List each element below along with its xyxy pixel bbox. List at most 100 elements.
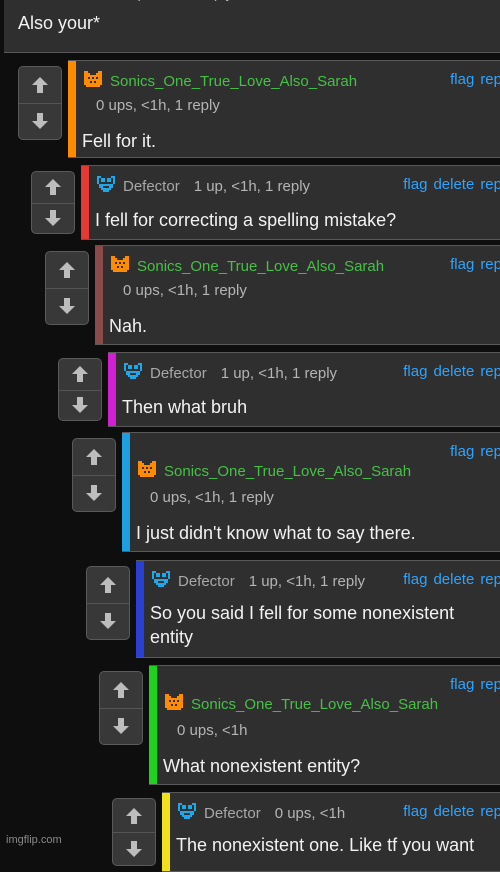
comment-actions: flag delete rep bbox=[403, 803, 500, 820]
pixel-face-orange-icon bbox=[111, 256, 129, 272]
downvote-button[interactable] bbox=[46, 288, 88, 324]
reply-link[interactable]: rep bbox=[480, 443, 500, 460]
downvote-button[interactable] bbox=[32, 203, 74, 234]
comment-text: I fell for correcting a spelling mistake… bbox=[95, 210, 397, 230]
comment-box: Defector 1 up, <1h, 1 reply flag delete rep T… bbox=[108, 352, 500, 427]
depth-color-bar bbox=[136, 561, 144, 657]
comment-header: Sonics_One_True_Love_Also_Sarah bbox=[136, 461, 411, 481]
arrow-up-icon bbox=[72, 366, 88, 383]
downvote-button[interactable] bbox=[73, 475, 115, 511]
vote-control bbox=[18, 66, 62, 140]
downvote-button[interactable] bbox=[59, 390, 101, 421]
flag-link[interactable]: flag bbox=[450, 443, 474, 460]
flag-link[interactable]: flag bbox=[450, 71, 474, 88]
reply-link[interactable]: rep bbox=[480, 256, 500, 273]
comment-text: I just didn't know what to say there. bbox=[136, 523, 416, 543]
comment-meta: 0 ups, <1h, 1 reply bbox=[150, 489, 274, 506]
delete-link[interactable]: delete bbox=[433, 363, 474, 380]
comment-actions: flag delete rep bbox=[403, 571, 500, 588]
comment-box: Defector 1 up, <1h, 1 reply flag delete rep S… bbox=[136, 560, 500, 658]
username-link[interactable]: Sonics_One_True_Love_Also_Sarah bbox=[110, 73, 357, 90]
arrow-up-icon bbox=[100, 577, 116, 593]
delete-link[interactable]: delete bbox=[433, 571, 474, 588]
comment-actions: flag delete rep bbox=[403, 176, 500, 193]
username-link[interactable]: Defector bbox=[178, 573, 235, 590]
reply-link[interactable]: rep bbox=[480, 571, 500, 588]
pixel-face-blue-icon bbox=[97, 176, 115, 192]
depth-color-bar bbox=[108, 353, 116, 426]
username-link[interactable]: Defector bbox=[204, 805, 261, 822]
upvote-button[interactable] bbox=[59, 359, 101, 391]
downvote-button[interactable] bbox=[100, 708, 142, 744]
comment-text: Then what bruh bbox=[122, 397, 248, 417]
pixel-face-blue-icon bbox=[178, 803, 196, 819]
comment: Defector 0 ups, <1h flag delete rep The nonex… bbox=[0, 792, 500, 872]
flag-link[interactable]: flag bbox=[450, 256, 474, 273]
downvote-button[interactable] bbox=[87, 603, 129, 639]
comment-box: Sonics_One_True_Love_Also_Sarah 0 ups, <1… bbox=[68, 60, 500, 158]
reply-link[interactable]: rep bbox=[480, 363, 500, 380]
arrow-up-icon bbox=[32, 77, 48, 93]
username-link[interactable]: Sonics_One_True_Love_Also_Sarah bbox=[137, 258, 384, 275]
reply-link[interactable]: rep bbox=[480, 676, 500, 693]
delete-link[interactable]: delete bbox=[433, 176, 474, 193]
arrow-down-icon bbox=[45, 209, 61, 226]
vote-control bbox=[99, 671, 143, 745]
downvote-button[interactable] bbox=[113, 832, 155, 865]
depth-color-bar bbox=[162, 793, 170, 871]
delete-link[interactable]: delete bbox=[433, 803, 474, 820]
arrow-down-icon bbox=[126, 840, 142, 857]
username-link[interactable]: Defector bbox=[150, 365, 207, 382]
vote-control bbox=[58, 358, 102, 421]
comment: Sonics_One_True_Love_Also_Sarah 0 ups, <1… bbox=[0, 245, 500, 345]
upvote-button[interactable] bbox=[32, 172, 74, 204]
flag-link[interactable]: flag bbox=[403, 176, 427, 193]
upvote-button[interactable] bbox=[100, 672, 142, 709]
upvote-button[interactable] bbox=[46, 252, 88, 289]
reply-link[interactable]: rep bbox=[480, 71, 500, 88]
username-link[interactable]: Defector bbox=[46, 0, 103, 2]
comment: Defector 1 up, <1h, 1 reply flag delete rep T… bbox=[0, 352, 500, 427]
comment-meta: 1 up, <1h, 1 reply bbox=[220, 364, 338, 382]
arrow-down-icon bbox=[100, 613, 116, 629]
reply-link[interactable]: rep bbox=[480, 803, 500, 820]
depth-color-bar bbox=[68, 61, 76, 157]
comment-header: Sonics_One_True_Love_Also_Sarah bbox=[82, 71, 357, 91]
vote-control bbox=[31, 171, 75, 234]
arrow-up-icon bbox=[113, 682, 129, 698]
pixel-face-orange-icon bbox=[138, 461, 156, 477]
comment-text: Nah. bbox=[109, 316, 148, 336]
comment-box: Defector 1 up, <1h, 1 reply flag delete rep I… bbox=[81, 165, 500, 240]
comment-actions: flag rep bbox=[450, 443, 500, 460]
username-link[interactable]: Sonics_One_True_Love_Also_Sarah bbox=[164, 463, 411, 480]
username-link[interactable]: Sonics_One_True_Love_Also_Sarah bbox=[191, 696, 438, 713]
flag-link[interactable]: flag bbox=[403, 571, 427, 588]
reply-link[interactable]: rep bbox=[480, 176, 500, 193]
comment-meta: 0 ups, <1h bbox=[274, 804, 346, 822]
comment-text: Fell for it. bbox=[82, 131, 157, 151]
depth-color-bar bbox=[149, 666, 157, 784]
comment: Sonics_One_True_Love_Also_Sarah 0 ups, <1… bbox=[0, 665, 500, 785]
upvote-button[interactable] bbox=[87, 567, 129, 604]
arrow-down-icon bbox=[72, 396, 88, 413]
comment-box: Defector 0 ups, <1h flag delete rep The nonex… bbox=[162, 792, 500, 872]
upvote-button[interactable] bbox=[113, 799, 155, 833]
upvote-button[interactable] bbox=[73, 439, 115, 476]
upvote-button[interactable] bbox=[19, 67, 61, 104]
comment-header: Sonics_One_True_Love_Also_Sarah bbox=[109, 256, 384, 276]
downvote-button[interactable] bbox=[19, 103, 61, 139]
comment-text: The nonexistent one. Like tf you want bbox=[176, 835, 475, 855]
comment: Defector 1 up, <1h, 1 reply flag delete rep I… bbox=[0, 165, 500, 240]
arrow-down-icon bbox=[59, 298, 75, 314]
comment-text: Also your* bbox=[18, 13, 101, 33]
comment-header: Sonics_One_True_Love_Also_Sarah bbox=[163, 694, 438, 714]
comment-actions: flag delete rep bbox=[403, 363, 500, 380]
flag-link[interactable]: flag bbox=[450, 676, 474, 693]
comment: Defector 1 up, <1h, 1 reply flag delete rep S… bbox=[0, 560, 500, 658]
flag-link[interactable]: flag bbox=[403, 803, 427, 820]
pixel-face-orange-icon bbox=[84, 71, 102, 87]
arrow-up-icon bbox=[126, 807, 142, 824]
flag-link[interactable]: flag bbox=[403, 363, 427, 380]
username-link[interactable]: Defector bbox=[123, 178, 180, 195]
depth-color-bar bbox=[122, 433, 130, 551]
